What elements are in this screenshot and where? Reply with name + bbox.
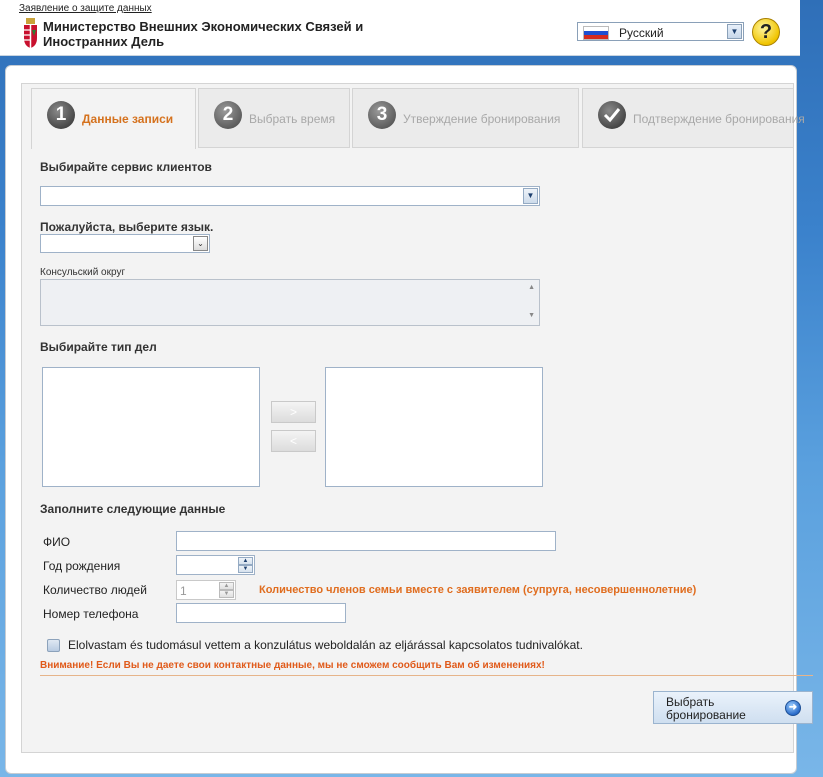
birth-year-label: Год рождения [43,559,121,573]
language-choice-select[interactable]: ⌄ [40,234,210,253]
scroll-down-icon[interactable]: ▼ [528,312,535,319]
consular-district-field[interactable]: ▲ ▼ [40,279,540,326]
step-2-icon: 2 [214,101,242,129]
service-label: Выбирайте сервис клиентов [40,160,212,174]
language-choice-label: Пожалуйста, выберите язык. [40,220,214,234]
privacy-statement-link[interactable]: Заявление о защите данных [19,3,152,14]
choose-booking-label-line2: бронирование [666,708,746,722]
tab-label: Подтверждение бронирования [633,112,805,126]
header-bar: Заявление о защите данных Министерство В… [0,0,800,56]
chevron-down-icon[interactable]: ▼ [523,188,538,204]
chevron-down-icon[interactable]: ▼ [238,565,253,573]
language-selected-value: Русский [619,26,664,40]
birth-year-field[interactable]: ▲ ▼ [176,555,255,575]
agree-text: Elolvastam és tudomásul vettem a konzulá… [68,638,583,652]
tab-booking-approval[interactable]: 3 Утверждение бронирования [352,88,579,148]
selected-case-types-list[interactable] [325,367,543,487]
tab-record-data[interactable]: 1 Данные записи [31,88,196,149]
contact-warning: Внимание! Если Вы не даете свои контактн… [40,660,545,671]
chevron-down-icon[interactable]: ▼ [219,590,234,598]
step-3-icon: 3 [368,101,396,129]
chevron-up-icon[interactable]: ▲ [238,557,253,565]
people-count-value: 1 [180,584,187,598]
tab-label: Утверждение бронирования [403,112,561,126]
tab-label: Выбрать время [249,112,336,126]
arrow-right-icon: ➜ [785,700,801,716]
language-select[interactable]: Русский ▼ [577,22,744,41]
chevron-down-icon[interactable]: ⌄ [193,236,208,251]
people-count-field[interactable]: 1 ▲ ▼ [176,580,236,600]
ministry-title-line1: Министерство Внешних Экономических Связе… [43,19,364,34]
case-type-label: Выбирайте тип дел [40,340,157,354]
service-select[interactable]: ▼ [40,186,540,206]
hungarian-crest-icon [24,18,37,48]
phone-label: Номер телефона [43,607,139,621]
ministry-title-line2: Иностранних Дель [43,34,165,49]
tab-choose-time[interactable]: 2 Выбрать время [198,88,350,148]
chevron-down-icon[interactable]: ▼ [727,24,742,39]
people-count-stepper[interactable]: ▲ ▼ [219,582,234,598]
name-field[interactable] [176,531,556,551]
russia-flag-icon [583,26,609,40]
name-label: ФИО [43,535,71,549]
available-case-types-list[interactable] [42,367,260,487]
consular-district-label: Консульский округ [40,267,126,278]
move-left-button[interactable]: < [271,430,316,452]
move-right-button[interactable]: > [271,401,316,423]
agree-checkbox[interactable] [47,639,60,652]
people-count-note: Количество членов семьи вместе с заявите… [259,584,697,596]
choose-booking-label: Выбрать бронирование [666,696,746,722]
tab-booking-confirmation[interactable]: Подтверждение бронирования [582,88,805,148]
tab-label: Данные записи [82,112,174,126]
chevron-up-icon[interactable]: ▲ [219,582,234,590]
help-icon[interactable]: ? [752,18,780,46]
step-1-icon: 1 [47,101,75,129]
people-count-label: Количество людей [43,583,147,597]
divider [40,675,813,676]
choose-booking-button[interactable]: Выбрать бронирование ➜ [653,691,813,724]
scroll-up-icon[interactable]: ▲ [528,284,535,291]
birth-year-stepper[interactable]: ▲ ▼ [238,557,253,573]
phone-field[interactable] [176,603,346,623]
ministry-title: Министерство Внешних Экономических Связе… [43,19,363,49]
checkmark-icon [598,101,626,129]
fill-data-label: Заполните следующие данные [40,502,226,516]
